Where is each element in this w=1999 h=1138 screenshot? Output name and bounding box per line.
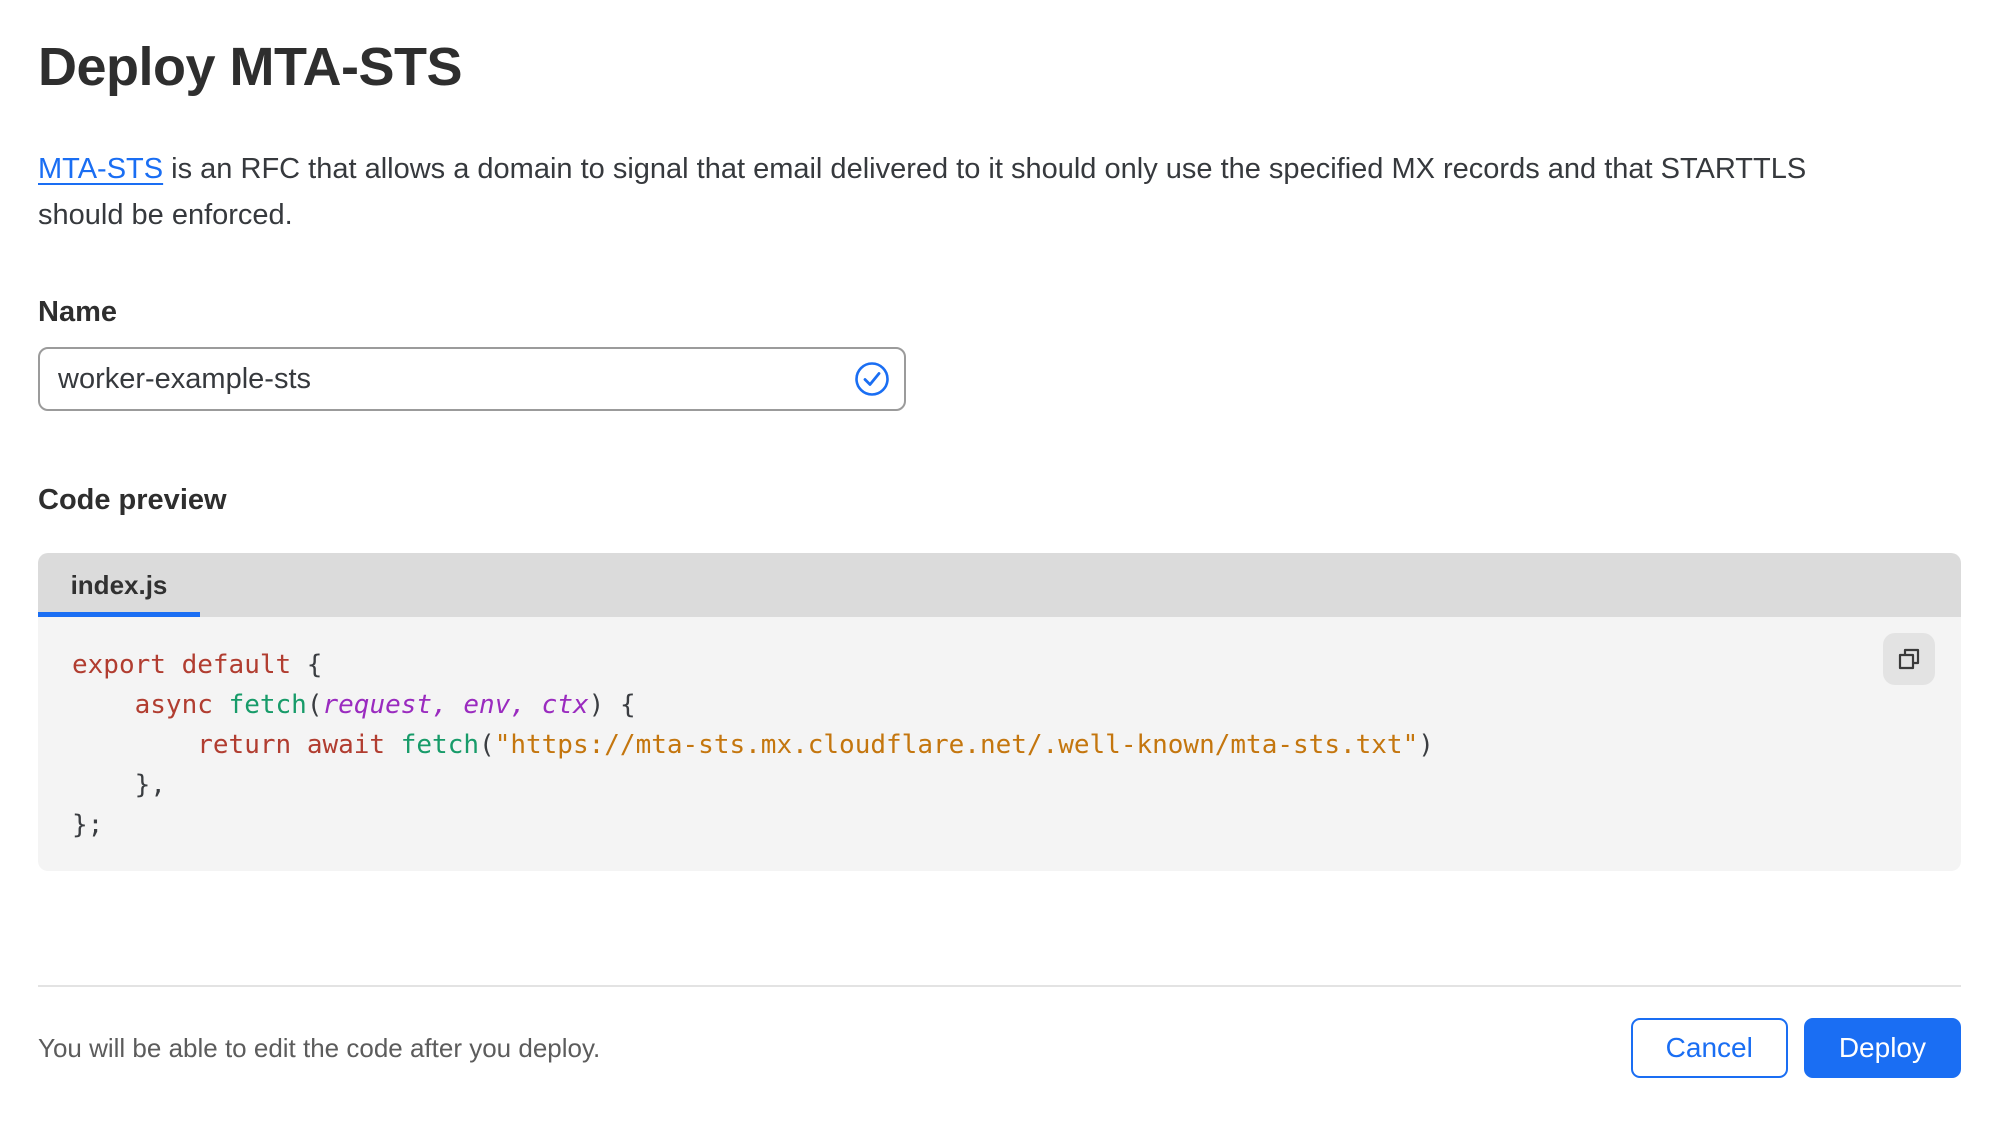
footer: You will be able to edit the code after …: [38, 1014, 1961, 1082]
name-field-wrap: [38, 347, 906, 411]
code-line: export default {: [72, 650, 323, 680]
code-panel: index.js export default { async fetch(re…: [38, 553, 1961, 871]
code-preview-label: Code preview: [38, 484, 227, 516]
code-line: },: [72, 770, 166, 800]
page-title: Deploy MTA-STS: [38, 37, 463, 97]
description-line1: is an RFC that allows a domain to signal…: [163, 153, 1807, 185]
code-area: export default { async fetch(request, en…: [38, 617, 1961, 871]
description: MTA-STS is an RFC that allows a domain t…: [38, 146, 1963, 238]
mta-sts-link[interactable]: MTA-STS: [38, 153, 163, 185]
footer-actions: Cancel Deploy: [1630, 1018, 1961, 1078]
deploy-note: You will be able to edit the code after …: [38, 1032, 601, 1063]
copy-button[interactable]: [1883, 633, 1935, 685]
deploy-button[interactable]: Deploy: [1803, 1018, 1961, 1078]
name-input[interactable]: [38, 347, 906, 411]
code-line: async fetch(request, env, ctx) {: [134, 690, 636, 720]
code-line: return await fetch("https://mta-sts.mx.c…: [197, 730, 1434, 760]
code-lines: export default { async fetch(request, en…: [72, 645, 1901, 845]
footer-divider: [38, 985, 1961, 987]
code-tab-bar: index.js: [38, 553, 1961, 617]
description-line2: should be enforced.: [38, 199, 293, 231]
cancel-button[interactable]: Cancel: [1630, 1018, 1788, 1078]
copy-icon: [1898, 648, 1920, 670]
tab-index-js[interactable]: index.js: [38, 553, 200, 617]
code-line: };: [72, 810, 104, 840]
tab-label: index.js: [70, 569, 168, 600]
name-label: Name: [38, 296, 117, 328]
